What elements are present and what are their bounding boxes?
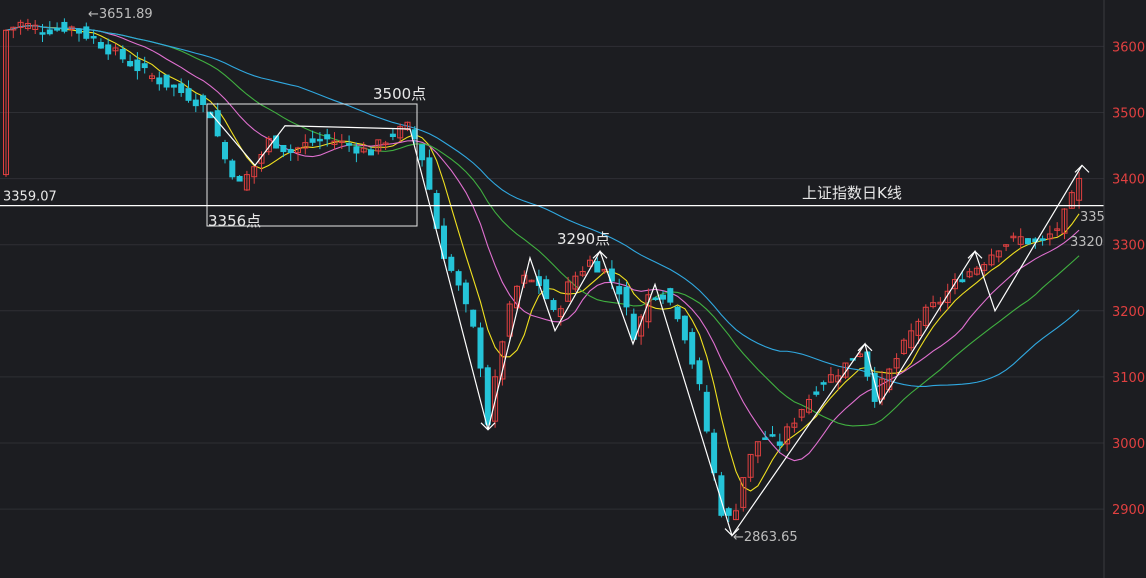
candle-body: [76, 28, 82, 34]
candle-body: [324, 134, 331, 140]
candle-body: [455, 271, 462, 286]
candle-body: [776, 441, 783, 446]
candle-body: [616, 286, 623, 295]
candle-body: [820, 382, 827, 385]
candle-body: [681, 315, 688, 341]
candle-body: [711, 432, 718, 474]
candle-body: [550, 300, 557, 310]
candle-body: [389, 133, 396, 138]
candle-body: [674, 306, 681, 320]
candle-body: [83, 26, 90, 39]
y-axis-ticks: 2900 3000 3100 3200 3300 3400 3500 3600: [1112, 40, 1145, 518]
candle-body: [229, 160, 236, 178]
moving-average-lines: [5, 25, 1080, 492]
candle-body: [703, 391, 710, 432]
candle-body: [689, 332, 696, 365]
ma-line: [5, 25, 1080, 492]
candle-body: [39, 32, 46, 35]
candle-body: [543, 279, 550, 300]
kline-chart: 2900 3000 3100 3200 3300 3400 3500 3600 3359.07…: [0, 0, 1145, 578]
y-tick-label: 3100: [1112, 371, 1145, 386]
candle-body: [667, 288, 674, 303]
candle-body: [163, 74, 170, 88]
chart-title: 上证指数日K线: [802, 184, 902, 202]
ma-line: [5, 25, 1080, 462]
candle-body: [287, 148, 294, 154]
mid-peak-annotation: 3290点: [557, 230, 610, 248]
candle-body: [222, 142, 228, 160]
candle-body: [127, 60, 134, 67]
high-annotation: ←3651.89: [88, 7, 153, 22]
candle-body: [762, 437, 769, 440]
candle-body: [1025, 238, 1031, 245]
candle-body: [448, 256, 455, 271]
box-bottom-annotation: 3356点: [208, 212, 261, 230]
right-label-1: 335: [1080, 210, 1105, 225]
candle-body: [419, 144, 426, 161]
candle-body: [185, 88, 192, 101]
candle-body: [725, 508, 732, 516]
candle-body: [959, 279, 966, 283]
wave-path: [209, 112, 1083, 537]
candle-body: [46, 29, 53, 35]
y-tick-label: 3300: [1112, 239, 1145, 254]
candle-body: [54, 28, 61, 31]
candle-body: [156, 77, 163, 85]
candle-body: [470, 309, 477, 327]
candle-body: [119, 49, 126, 60]
candle-body: [61, 21, 68, 32]
candle-body: [477, 327, 484, 369]
y-tick-label: 3500: [1112, 107, 1145, 122]
consolidation-box: [206, 103, 418, 227]
candle-body: [660, 294, 666, 300]
reference-line-label: 3359.07: [3, 190, 57, 205]
candle-body: [813, 391, 820, 395]
candle-body: [200, 95, 207, 106]
candle-body: [316, 138, 323, 142]
candle-body: [426, 157, 433, 190]
box-top-annotation: 3500点: [373, 85, 426, 103]
candle-body: [353, 146, 360, 154]
candle-body: [134, 59, 141, 72]
candle-body: [280, 145, 287, 153]
grid-lines: [0, 45, 1104, 510]
right-label-2: 3320: [1070, 235, 1103, 250]
candle-body: [484, 367, 491, 425]
candle-body: [90, 36, 97, 39]
low-annotation: ←2863.65: [733, 530, 798, 545]
candles: [3, 18, 1083, 523]
candle-body: [594, 261, 601, 273]
candle-body: [178, 83, 185, 94]
candle-body: [141, 63, 148, 69]
y-tick-label: 3600: [1112, 40, 1145, 55]
candle-body: [623, 286, 630, 308]
candle-body: [97, 41, 104, 49]
candle-body: [696, 360, 703, 385]
y-tick-label: 3200: [1112, 305, 1145, 320]
candle-body: [105, 44, 112, 55]
y-tick-label: 3000: [1112, 437, 1145, 452]
candle-body: [652, 297, 659, 301]
candle-body: [769, 434, 776, 437]
candle-body: [309, 138, 316, 143]
candle-body: [170, 84, 177, 88]
candle-body: [1039, 238, 1046, 241]
y-tick-label: 2900: [1112, 503, 1145, 518]
candle-body: [192, 99, 199, 107]
wave-lines: [209, 112, 1090, 537]
candle-body: [368, 149, 374, 156]
y-tick-label: 3400: [1112, 173, 1145, 188]
candle-body: [236, 175, 243, 182]
candle-body: [462, 282, 469, 305]
candle-body: [346, 143, 353, 146]
